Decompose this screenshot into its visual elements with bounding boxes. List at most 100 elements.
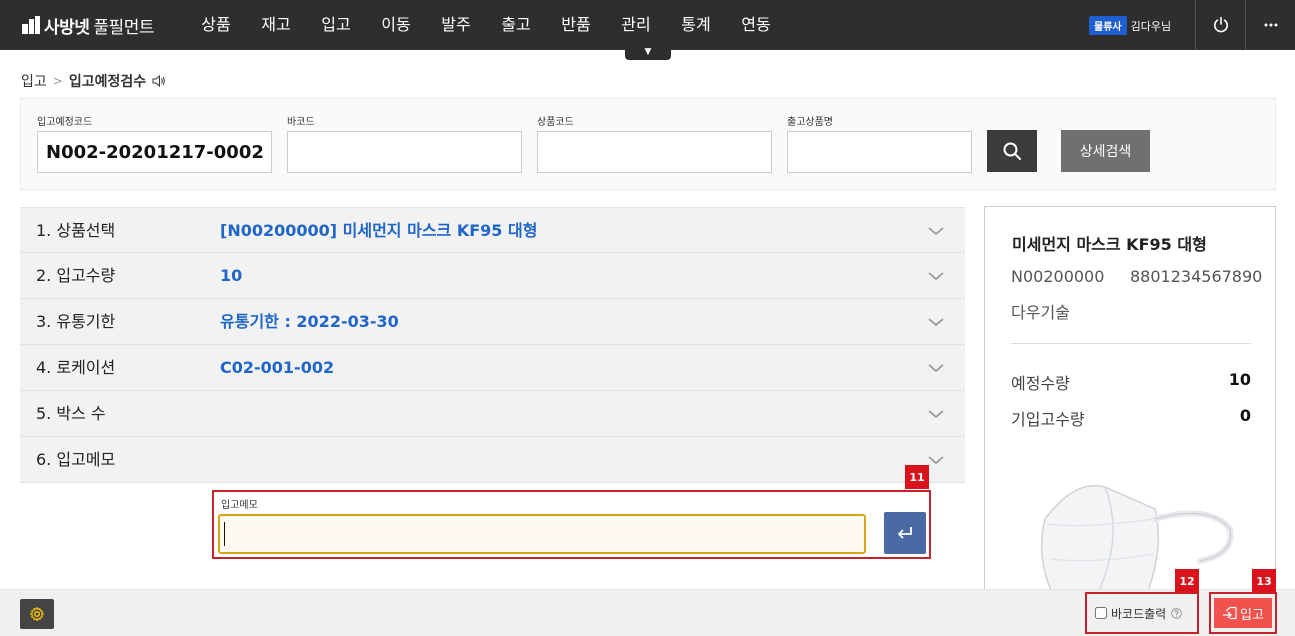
product-maker: 다우기술: [1011, 303, 1070, 322]
settings-button[interactable]: [20, 599, 54, 629]
step-label: 3. 유통기한: [36, 312, 116, 331]
logo-brand: 사방넷: [44, 17, 90, 38]
product-image-mask: [1040, 485, 1234, 595]
planned-quantity-label: 예정수량: [1011, 374, 1070, 393]
chevron-down-icon: [928, 318, 944, 327]
page-title: 입고예정검수: [68, 74, 147, 90]
chevron-down-icon: [928, 364, 944, 373]
step-label: 1. 상품선택: [36, 221, 116, 240]
nav-item-transfer[interactable]: 이동: [366, 0, 426, 50]
planned-quantity-value: 10: [1228, 370, 1251, 389]
product-code: N00200000: [1011, 267, 1105, 286]
nav-item-orders[interactable]: 발주: [426, 0, 486, 50]
nav-item-inbound[interactable]: 입고: [306, 0, 366, 50]
more-dots-icon: [1264, 23, 1277, 27]
nav-item-management[interactable]: 관리: [606, 0, 666, 50]
nav-item-inventory[interactable]: 재고: [246, 0, 306, 50]
detail-search-button[interactable]: 상세검색: [1061, 130, 1150, 172]
product-code-label: 상품코드: [537, 117, 574, 128]
enter-return-icon: [897, 527, 912, 539]
inbound-code-input[interactable]: [37, 131, 272, 173]
search-icon: [1003, 142, 1021, 160]
user-name[interactable]: 김다우님: [1131, 18, 1171, 34]
product-barcode: 8801234567890: [1130, 267, 1263, 286]
step-value: 10: [220, 266, 243, 285]
inbound-submit-button[interactable]: 입고: [1214, 598, 1272, 628]
step-label: 4. 로케이션: [36, 358, 116, 377]
search-panel: 입고예정코드 바코드 상품코드 출고상품명 상세검색: [20, 98, 1276, 190]
barcode-print-checkbox[interactable]: [1095, 607, 1107, 619]
breadcrumb-separator-icon: >: [52, 74, 63, 88]
breadcrumb-parent[interactable]: 입고: [21, 71, 47, 91]
user-info: 물류사 김다우님: [1089, 16, 1171, 35]
callout-marker-barcode: 12: [1175, 569, 1199, 593]
nav-item-products[interactable]: 상품: [186, 0, 246, 50]
text-cursor: [224, 522, 225, 546]
product-code-input[interactable]: [537, 131, 772, 173]
chevron-down-icon: [928, 410, 944, 419]
step-value: 유통기한 : 2022-03-30: [220, 312, 399, 331]
product-code-field: 상품코드: [537, 113, 772, 173]
inbound-arrow-icon: [1223, 606, 1237, 620]
memo-enter-button[interactable]: [884, 512, 926, 554]
nav-item-statistics[interactable]: 통계: [666, 0, 726, 50]
logo-mark-icon: [22, 16, 40, 34]
nav-item-outbound[interactable]: 출고: [486, 0, 546, 50]
speaker-icon[interactable]: [152, 75, 166, 87]
step-label: 2. 입고수량: [36, 266, 116, 285]
step-label: 6. 입고메모: [36, 450, 116, 469]
more-menu-button[interactable]: [1245, 0, 1295, 50]
step-label: 5. 박스 수: [36, 404, 106, 423]
barcode-input[interactable]: [287, 131, 522, 173]
top-navigation-bar: 사방넷 풀필먼트 상품 재고 입고 이동 발주 출고 반품 관리 통계 연동 물…: [0, 0, 1295, 50]
product-info-card: 미세먼지 마스크 KF95 대형 N00200000 8801234567890…: [984, 206, 1276, 596]
power-icon: [1213, 16, 1228, 33]
breadcrumb: 입고 > 입고예정검수: [21, 71, 166, 91]
logout-button[interactable]: [1195, 0, 1245, 50]
product-name-input[interactable]: [787, 131, 972, 173]
received-quantity-row: 기입고수량 0: [1011, 406, 1251, 430]
inbound-code-label: 입고예정코드: [37, 117, 93, 128]
search-button[interactable]: [987, 130, 1037, 172]
product-name-field: 출고상품명: [787, 113, 972, 173]
step-value: C02-001-002: [220, 358, 335, 377]
barcode-print-option[interactable]: 바코드출력: [1085, 592, 1199, 634]
memo-input[interactable]: [218, 514, 866, 554]
step-inbound-memo[interactable]: 6. 입고메모: [20, 437, 965, 483]
inbound-code-field: 입고예정코드: [37, 113, 272, 173]
nav-item-returns[interactable]: 반품: [546, 0, 606, 50]
chevron-down-icon: [928, 227, 944, 236]
callout-marker-submit: 13: [1252, 569, 1276, 593]
barcode-print-label: 바코드출력: [1111, 606, 1167, 621]
card-divider: [1011, 343, 1251, 344]
inspection-steps: 1. 상품선택 [N00200000] 미세먼지 마스크 KF95 대형 2. …: [20, 207, 965, 483]
step-expiry-date[interactable]: 3. 유통기한 유통기한 : 2022-03-30: [20, 299, 965, 345]
bottom-action-bar: 바코드출력 입고: [0, 589, 1295, 636]
step-inbound-quantity[interactable]: 2. 입고수량 10: [20, 253, 965, 299]
submit-button-frame: 입고: [1209, 592, 1277, 634]
chevron-down-icon: [928, 272, 944, 281]
user-role-badge: 물류사: [1089, 16, 1127, 35]
gear-icon: [29, 606, 45, 622]
step-location[interactable]: 4. 로케이션 C02-001-002: [20, 345, 965, 391]
step-value: [N00200000] 미세먼지 마스크 KF95 대형: [220, 221, 538, 240]
inbound-submit-label: 입고: [1240, 607, 1264, 623]
logo-product: 풀필먼트: [93, 17, 154, 38]
barcode-label: 바코드: [287, 117, 315, 128]
help-icon[interactable]: [1171, 607, 1182, 619]
menu-expand-toggle[interactable]: ▼: [625, 46, 671, 60]
received-quantity-value: 0: [1239, 406, 1251, 425]
app-logo[interactable]: 사방넷 풀필먼트: [22, 13, 154, 38]
received-quantity-label: 기입고수량: [1011, 410, 1085, 429]
step-box-count[interactable]: 5. 박스 수: [20, 391, 965, 437]
memo-label: 입고메모: [221, 500, 258, 511]
nav-item-integration[interactable]: 연동: [726, 0, 786, 50]
callout-marker-memo: 11: [905, 465, 929, 489]
chevron-down-icon: [928, 456, 944, 465]
main-menu: 상품 재고 입고 이동 발주 출고 반품 관리 통계 연동: [186, 0, 786, 50]
product-name-label: 출고상품명: [787, 117, 833, 128]
step-product-select[interactable]: 1. 상품선택 [N00200000] 미세먼지 마스크 KF95 대형: [20, 207, 965, 253]
planned-quantity-row: 예정수량 10: [1011, 370, 1251, 394]
product-name: 미세먼지 마스크 KF95 대형: [1012, 235, 1207, 254]
barcode-field: 바코드: [287, 113, 522, 173]
